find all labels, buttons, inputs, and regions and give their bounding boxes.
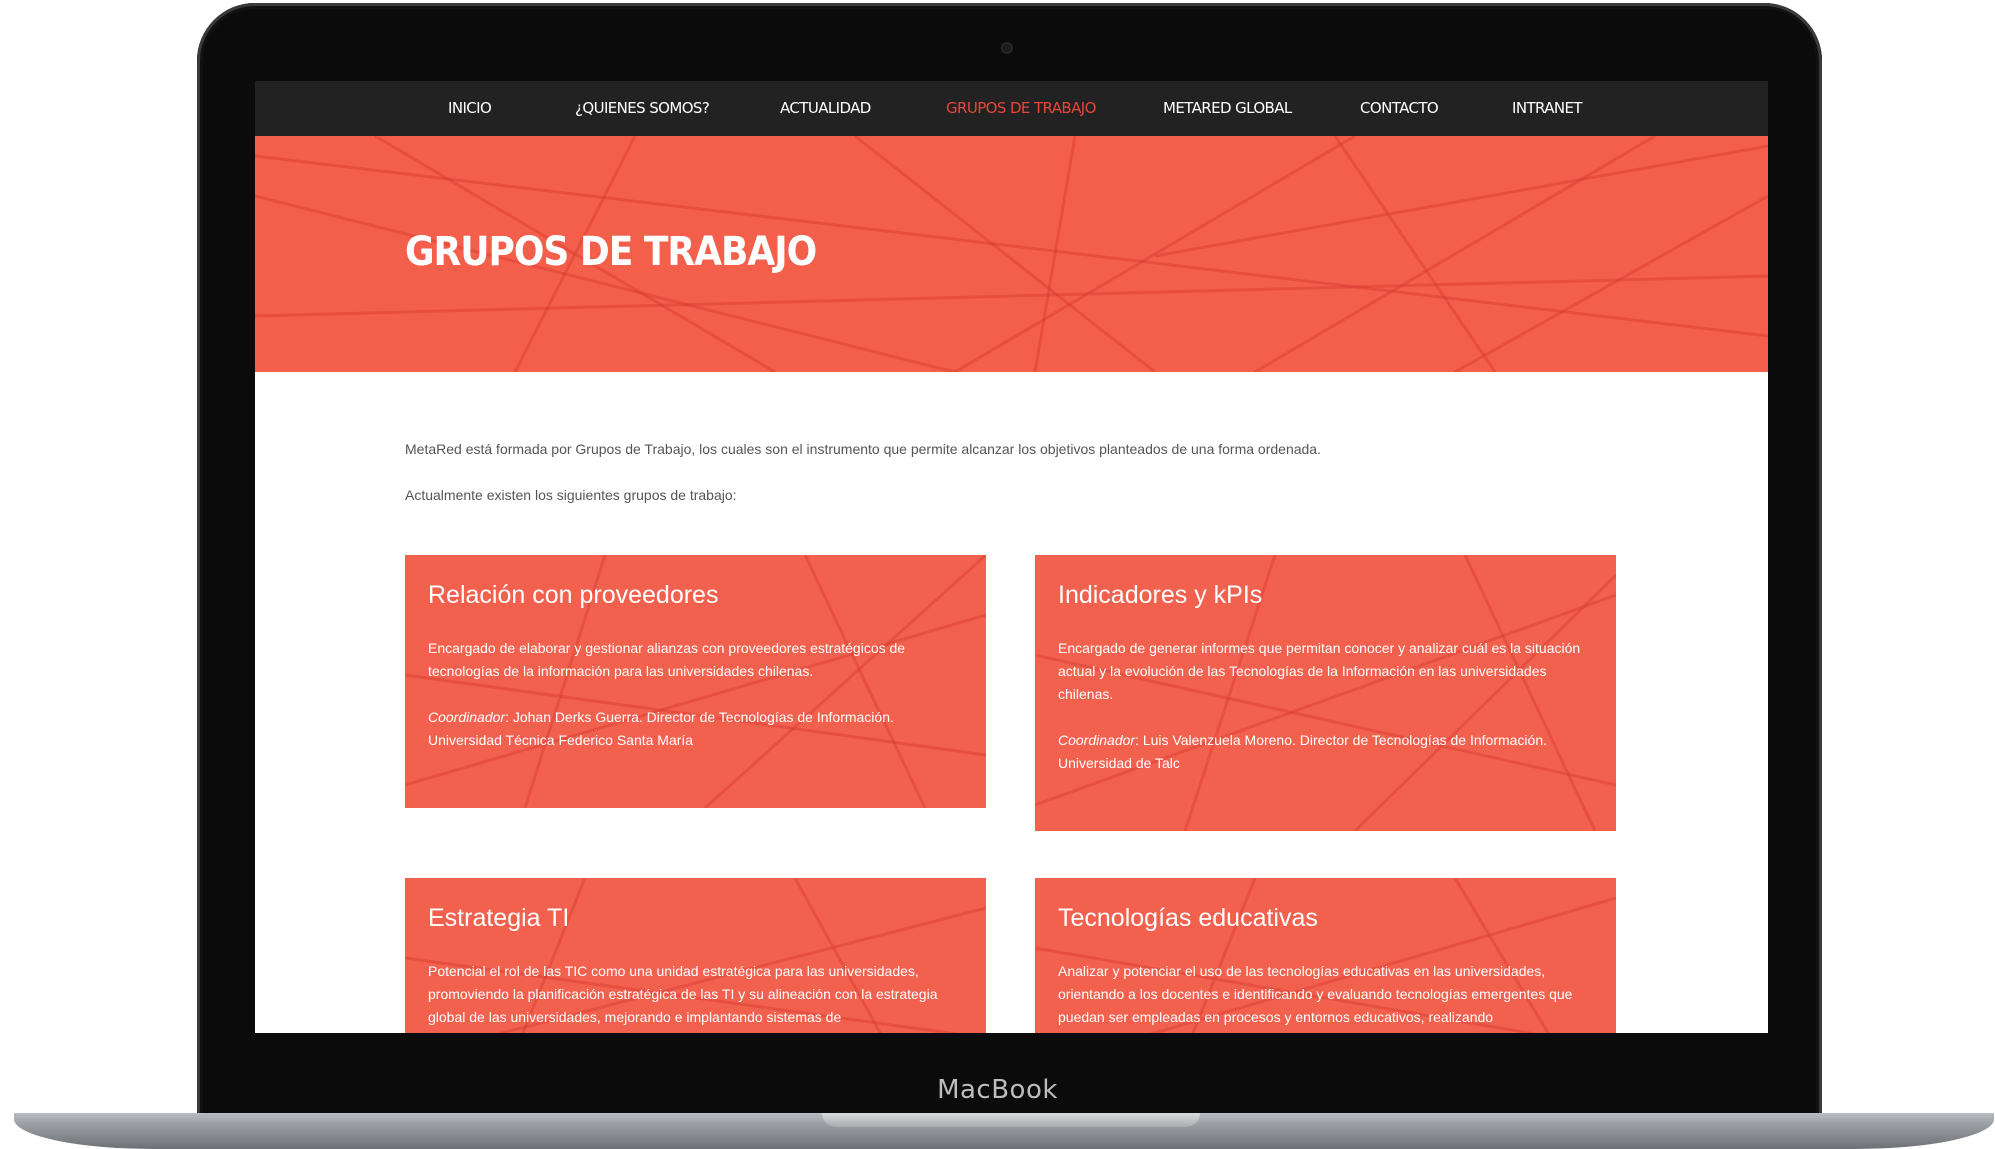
intro-subtext: Actualmente existen los siguientes grupo… bbox=[405, 487, 737, 503]
group-description: Encargado de generar informes que permit… bbox=[1058, 640, 1581, 702]
group-coordinator: Coordinador: Johan Derks Guerra. Directo… bbox=[428, 706, 958, 752]
nav-item-actualidad[interactable]: ACTUALIDAD bbox=[780, 81, 871, 136]
laptop-hinge-notch bbox=[822, 1113, 1200, 1127]
device-label: MacBook bbox=[937, 1075, 1058, 1105]
group-coordinator: Coordinador: Luis Valenzuela Moreno. Dir… bbox=[1058, 729, 1588, 775]
nav-item-metared-global[interactable]: METARED GLOBAL bbox=[1163, 81, 1292, 136]
group-title: Estrategia TI bbox=[428, 904, 570, 932]
group-card[interactable]: Indicadores y kPIs Encargado de generar … bbox=[1035, 555, 1616, 831]
group-card[interactable]: Relación con proveedores Encargado de el… bbox=[405, 555, 986, 808]
coordinator-label: Coordinador bbox=[1058, 732, 1136, 748]
coordinator-label: Coordinador bbox=[428, 709, 506, 725]
group-title: Relación con proveedores bbox=[428, 581, 719, 609]
group-description: Potencial el rol de las TIC como una uni… bbox=[428, 963, 938, 1025]
group-title: Tecnologías educativas bbox=[1058, 904, 1318, 932]
nav-item-grupos-de-trabajo[interactable]: GRUPOS DE TRABAJO bbox=[946, 81, 1096, 136]
group-card[interactable]: Estrategia TI Potencial el rol de las TI… bbox=[405, 878, 986, 1033]
nav-item-quienes-somos[interactable]: ¿QUIENES SOMOS? bbox=[575, 81, 710, 136]
group-card[interactable]: Tecnologías educativas Analizar y potenc… bbox=[1035, 878, 1616, 1033]
main-navigation: INICIO ¿QUIENES SOMOS? ACTUALIDAD GRUPOS… bbox=[255, 81, 1768, 136]
group-description: Encargado de elaborar y gestionar alianz… bbox=[428, 640, 906, 679]
nav-item-inicio[interactable]: INICIO bbox=[448, 81, 492, 136]
nav-item-contacto[interactable]: CONTACTO bbox=[1360, 81, 1439, 136]
camera-icon bbox=[1001, 42, 1013, 54]
page-title: GRUPOS DE TRABAJO bbox=[405, 229, 817, 275]
group-title: Indicadores y kPIs bbox=[1058, 581, 1263, 609]
intro-paragraph: MetaRed está formada por Grupos de Traba… bbox=[405, 441, 1321, 457]
group-description: Analizar y potenciar el uso de las tecno… bbox=[1058, 963, 1573, 1025]
nav-item-intranet[interactable]: INTRANET bbox=[1512, 81, 1583, 136]
page-header-banner: GRUPOS DE TRABAJO bbox=[255, 136, 1768, 372]
screen: INICIO ¿QUIENES SOMOS? ACTUALIDAD GRUPOS… bbox=[255, 81, 1768, 1033]
